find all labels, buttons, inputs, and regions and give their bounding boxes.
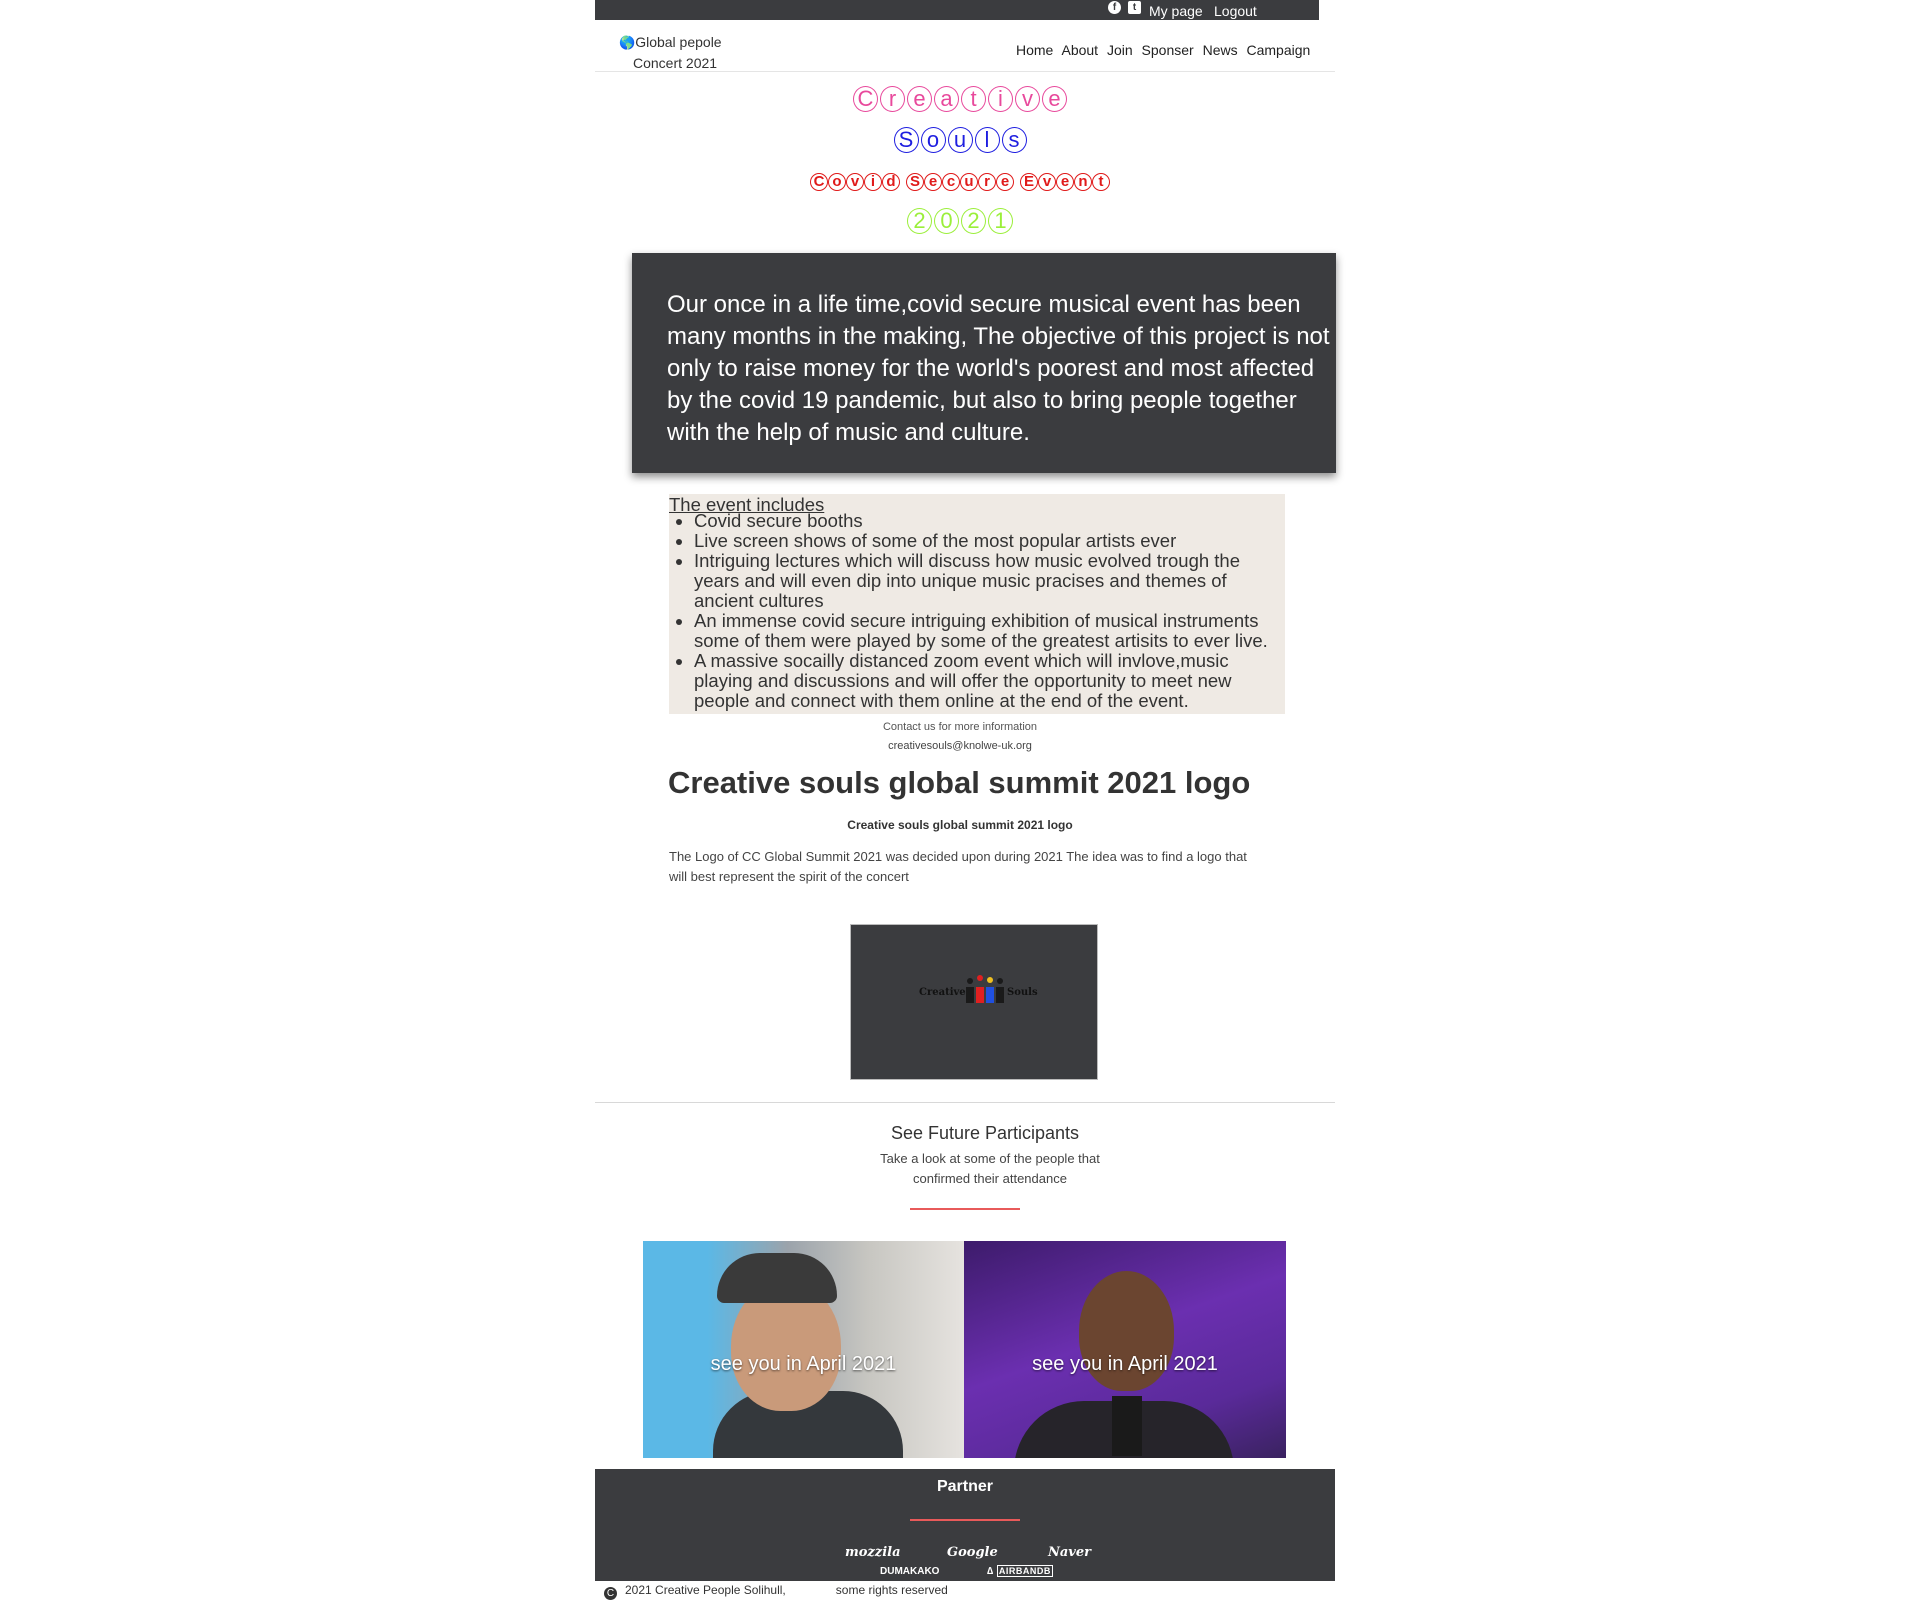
flat-cap [717, 1253, 837, 1303]
logo-section-description: The Logo of CC Global Summit 2021 was de… [669, 849, 1247, 884]
intro-text: Our once in a life time,covid secure mus… [667, 291, 1330, 446]
header-divider [595, 71, 1335, 72]
participant-caption: see you in April 2021 [1032, 1353, 1218, 1375]
title-letter: t [1092, 173, 1110, 191]
title-letter: l [974, 127, 1000, 153]
participants-title: See Future Participants [890, 1123, 1080, 1143]
globe-icon: 🌎 [619, 35, 636, 50]
title-letter: 1 [988, 208, 1013, 234]
partner-section: Partner mozzila Google Naver DUMAKAKO ∆ … [595, 1469, 1335, 1581]
copyright-text: 2021 Creative People Solihull, [625, 1583, 786, 1597]
contact-email[interactable]: creativesouls@knolwe-uk.org [0, 740, 1920, 752]
section-divider [595, 1102, 1335, 1103]
title-letter: a [934, 86, 959, 112]
title-creative: Creative [0, 86, 1920, 112]
nav-about[interactable]: About [1061, 42, 1098, 58]
footer-copyright: C 2021 Creative People Solihull, some righ… [604, 1583, 948, 1600]
nav-home[interactable]: Home [1016, 42, 1053, 58]
list-item: Covid secure booths [694, 511, 1285, 531]
title-letter: e [996, 173, 1014, 191]
nav-news[interactable]: News [1203, 42, 1238, 58]
list-item: Live screen shows of some of the most po… [694, 531, 1285, 551]
rights-text: some rights reserved [835, 1583, 948, 1597]
title-letter: v [1038, 173, 1056, 191]
list-item: Intriguing lectures which will discuss h… [694, 551, 1285, 611]
list-item: A massive socailly distanced zoom event … [694, 651, 1285, 711]
title-letter: v [846, 173, 864, 191]
partner-logo-airbandb[interactable]: ∆ AIRBANDB [987, 1565, 1053, 1577]
partner-logo-airbandb-text: AIRBANDB [996, 1565, 1053, 1577]
title-letter: v [1015, 86, 1040, 112]
title-letter: E [1020, 173, 1038, 191]
intro-card: Our once in a life time,covid secure mus… [632, 253, 1336, 473]
copyleft-icon: C [604, 1587, 617, 1600]
title-letter: u [960, 173, 978, 191]
logo-section-subtitle: Creative souls global summit 2021 logo [847, 818, 1073, 832]
title-souls: Souls [0, 127, 1920, 153]
partner-logo-dumakako[interactable]: DUMAKAKO [880, 1566, 939, 1577]
top-bar: f t My page Logout [595, 0, 1319, 20]
title-letter: C [810, 173, 828, 191]
title-letter: t [961, 86, 986, 112]
logo-image: Creative Souls [850, 924, 1098, 1080]
nav-join[interactable]: Join [1107, 42, 1133, 58]
title-letter: i [864, 173, 882, 191]
partner-logo-google[interactable]: Google [947, 1545, 998, 1560]
participant-card-2[interactable]: see you in April 2021 [964, 1241, 1286, 1458]
logo-word-right: Souls [1007, 987, 1038, 998]
title-letter: u [947, 127, 973, 153]
participants-description: Take a look at some of the people that c… [880, 1151, 1100, 1186]
participant-card-1[interactable]: see you in April 2021 [643, 1241, 964, 1458]
title-letter: e [1042, 86, 1067, 112]
title-letter: 2 [961, 208, 986, 234]
title-letter: e [1056, 173, 1074, 191]
partner-title: Partner [936, 1478, 994, 1495]
airbnb-icon: ∆ [987, 1566, 994, 1577]
title-2021: 2021 [0, 208, 1920, 234]
participant-caption: see you in April 2021 [710, 1353, 897, 1375]
title-letter: o [828, 173, 846, 191]
title-letter: S [906, 173, 924, 191]
participants-accent-rule [910, 1208, 1020, 1210]
title-letter: n [1074, 173, 1092, 191]
nav-sponser[interactable]: Sponser [1142, 42, 1194, 58]
title-letter: d [882, 173, 900, 191]
contact-line: Contact us for more information [882, 721, 1038, 733]
nav-campaign[interactable]: Campaign [1247, 42, 1311, 58]
partner-logo-mozzila[interactable]: mozzila [845, 1545, 901, 1560]
title-letter: s [1001, 127, 1027, 153]
participant-shirt [1112, 1396, 1142, 1456]
brand-line1: Global pepole [635, 34, 722, 50]
title-letter: r [978, 173, 996, 191]
event-includes-box: The event includes Covid secure booths L… [669, 494, 1285, 714]
logo-figures-icon [966, 975, 1004, 1003]
title-covid-secure-event: CovidSecureEvent [0, 173, 1920, 191]
logo-word-left: Creative [919, 987, 966, 998]
facebook-icon[interactable]: f [1108, 1, 1121, 14]
title-letter: o [920, 127, 946, 153]
title-letter: i [988, 86, 1013, 112]
twitter-icon[interactable]: t [1128, 1, 1141, 14]
partner-accent-rule [910, 1519, 1020, 1521]
list-item: An immense covid secure intriguing exhib… [694, 611, 1285, 651]
event-list: Covid secure booths Live screen shows of… [669, 511, 1285, 711]
title-letter: 2 [907, 208, 932, 234]
title-letter: e [924, 173, 942, 191]
logout-link[interactable]: Logout [1214, 3, 1257, 19]
logo-section-title: Creative souls global summit 2021 logo [668, 765, 1251, 800]
title-letter: 0 [934, 208, 959, 234]
main-nav: Home About Join Sponser News Campaign [1016, 42, 1315, 58]
title-letter: r [880, 86, 905, 112]
brand[interactable]: 🌎Global pepole Concert 2021 [619, 32, 722, 73]
title-letter: e [907, 86, 932, 112]
partner-logo-naver[interactable]: Naver [1048, 1545, 1091, 1560]
title-letter: S [893, 127, 919, 153]
brand-line2: Concert 2021 [633, 55, 718, 71]
my-page-link[interactable]: My page [1149, 3, 1203, 19]
title-letter: c [942, 173, 960, 191]
title-letter: C [853, 86, 878, 112]
